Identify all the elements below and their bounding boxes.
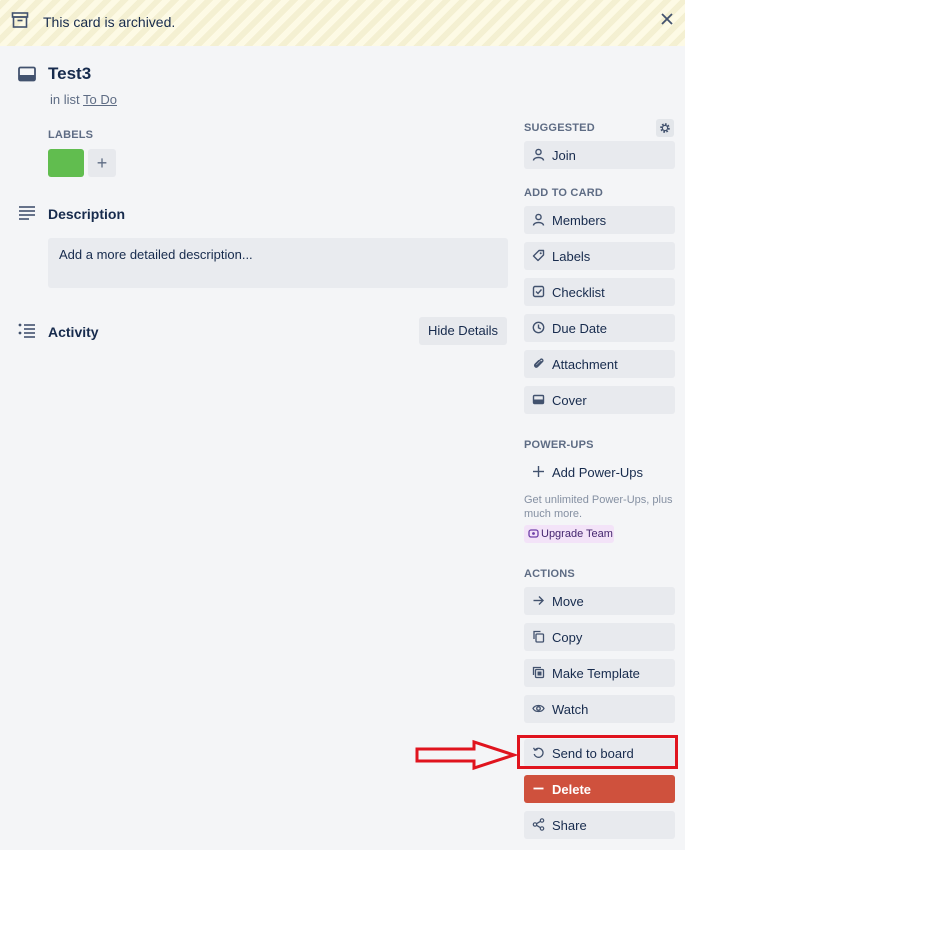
labels-label: Labels: [552, 249, 591, 264]
activity-icon: [18, 323, 35, 338]
plus-icon: [533, 466, 544, 477]
due-date-button[interactable]: Due Date: [524, 314, 675, 342]
add-powerups-label: Add Power-Ups: [552, 465, 644, 480]
eye-icon: [532, 704, 545, 713]
share-label: Share: [552, 818, 587, 833]
upsell-text: Get unlimited Power-Ups, plus much more.: [524, 494, 673, 520]
checklist-button[interactable]: Checklist: [524, 278, 675, 306]
paperclip-icon: [533, 358, 544, 368]
make-template-label: Make Template: [552, 666, 640, 681]
upgrade-team-label: Upgrade Team: [541, 528, 613, 540]
delete-button[interactable]: Delete: [524, 775, 675, 803]
add-to-card-heading: ADD TO CARD: [524, 187, 603, 199]
attachment-button[interactable]: Attachment: [524, 350, 675, 378]
template-icon: [532, 666, 545, 679]
card-list-info: in list To Do: [50, 92, 117, 107]
join-label: Join: [552, 148, 576, 163]
list-prefix: in list: [50, 92, 80, 107]
watch-label: Watch: [552, 702, 589, 717]
checklist-icon: [532, 285, 545, 298]
due-date-label: Due Date: [552, 321, 607, 336]
checklist-label: Checklist: [552, 285, 605, 300]
share-button[interactable]: Share: [524, 811, 675, 839]
add-powerups-button[interactable]: Add Power-Ups: [524, 458, 675, 486]
labels-button[interactable]: Labels: [524, 242, 675, 270]
archive-banner: This card is archived.: [0, 0, 685, 46]
activity-heading: Activity: [48, 324, 99, 340]
share-icon: [532, 818, 545, 831]
description-placeholder: Add a more detailed description...: [59, 247, 253, 262]
move-button[interactable]: Move: [524, 587, 675, 615]
gear-icon: [660, 123, 670, 133]
archive-banner-text: This card is archived.: [43, 14, 176, 30]
make-template-button[interactable]: Make Template: [524, 659, 675, 687]
card-detail-window: This card is archived. Test3 in list To …: [0, 0, 685, 850]
label-chip[interactable]: [48, 149, 84, 177]
members-label: Members: [552, 213, 607, 228]
minus-icon: [533, 787, 544, 790]
watch-button[interactable]: Watch: [524, 695, 675, 723]
person-icon: [532, 148, 545, 161]
cover-button[interactable]: Cover: [524, 386, 675, 414]
upgrade-icon: [528, 529, 539, 538]
copy-icon: [533, 630, 545, 643]
description-heading: Description: [48, 206, 126, 222]
add-label-button[interactable]: +: [88, 149, 116, 177]
description-input[interactable]: Add a more detailed description...: [48, 238, 508, 288]
move-label: Move: [552, 594, 584, 609]
list-link[interactable]: To Do: [83, 92, 117, 107]
tag-icon: [532, 249, 545, 262]
members-button[interactable]: Members: [524, 206, 675, 234]
archive-icon: [11, 12, 29, 28]
arrow-right-icon: [533, 596, 544, 605]
actions-heading: ACTIONS: [524, 568, 575, 580]
labels-heading: LABELS: [48, 129, 94, 141]
join-button[interactable]: Join: [524, 141, 675, 169]
person-icon: [532, 213, 545, 226]
upgrade-team-button[interactable]: Upgrade Team: [524, 525, 614, 543]
annotation-arrow-icon: [415, 739, 518, 771]
suggested-settings-button[interactable]: [656, 119, 674, 137]
suggested-heading: SUGGESTED: [524, 122, 595, 134]
cover-label: Cover: [552, 393, 587, 408]
copy-button[interactable]: Copy: [524, 623, 675, 651]
close-icon[interactable]: [658, 10, 676, 28]
card-icon: [18, 66, 36, 82]
copy-label: Copy: [552, 630, 583, 645]
hide-details-button[interactable]: Hide Details: [419, 317, 507, 345]
clock-icon: [532, 321, 545, 334]
delete-label: Delete: [552, 782, 592, 797]
cover-icon: [532, 394, 545, 405]
description-icon: [19, 206, 35, 220]
powerups-heading: POWER-UPS: [524, 439, 594, 451]
annotation-highlight-box: [517, 735, 678, 769]
card-title[interactable]: Test3: [48, 64, 91, 84]
attachment-label: Attachment: [552, 357, 618, 372]
